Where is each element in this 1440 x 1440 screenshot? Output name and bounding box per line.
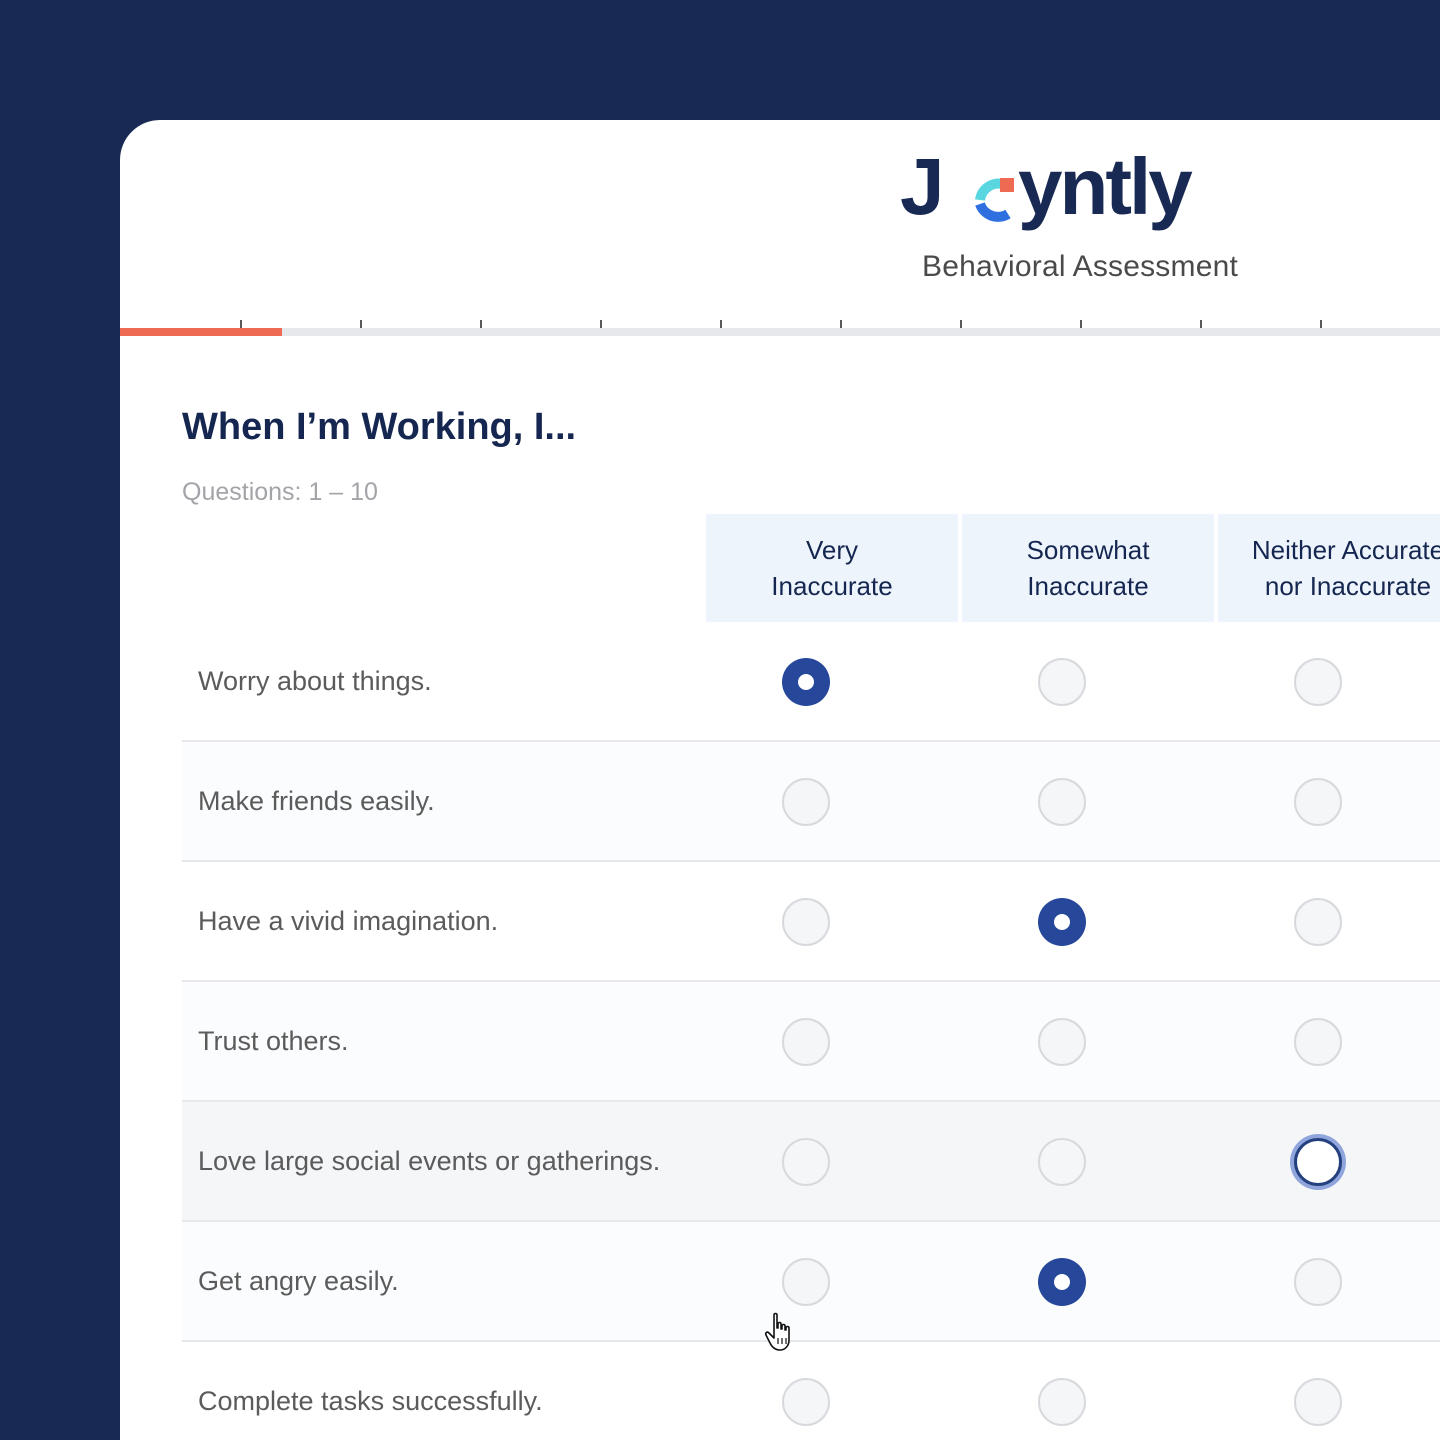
progress-tick xyxy=(720,320,722,328)
progress-tick xyxy=(840,320,842,328)
question-text: Trust others. xyxy=(198,1025,349,1056)
answer-radio[interactable] xyxy=(782,898,830,946)
column-somewhat-inaccurate: Somewhat Inaccurate xyxy=(962,514,1214,622)
answer-radio[interactable] xyxy=(1038,1378,1086,1426)
progress-tick xyxy=(1080,320,1082,328)
page-subtitle: Behavioral Assessment xyxy=(921,250,1239,283)
progress-bar xyxy=(120,320,1440,336)
column-neither: Neither Accurate nor Inaccurate xyxy=(1218,514,1440,622)
answer-radio[interactable] xyxy=(1038,1258,1086,1306)
question-row: Trust others. xyxy=(182,982,1440,1102)
progress-tick xyxy=(1200,320,1202,328)
question-row: Love large social events or gatherings. xyxy=(182,1102,1440,1222)
question-text: Complete tasks successfully. xyxy=(198,1385,543,1416)
answer-radio[interactable] xyxy=(782,1258,830,1306)
question-range: Questions: 1 – 10 xyxy=(182,478,378,506)
question-row: Complete tasks successfully. xyxy=(182,1342,1440,1440)
question-row: Make friends easily. xyxy=(182,742,1440,862)
answer-radio[interactable] xyxy=(1294,1018,1342,1066)
answer-radio[interactable] xyxy=(1294,1258,1342,1306)
question-text: Make friends easily. xyxy=(198,785,435,816)
progress-tick xyxy=(600,320,602,328)
question-text: Get angry easily. xyxy=(198,1265,399,1296)
answer-radio[interactable] xyxy=(782,778,830,826)
answer-radio[interactable] xyxy=(782,1018,830,1066)
question-row: Have a vivid imagination. xyxy=(182,862,1440,982)
logo-o-mark xyxy=(975,178,1014,222)
question-text: Worry about things. xyxy=(198,665,432,696)
column-very-inaccurate: Very Inaccurate xyxy=(706,514,958,622)
answer-radio[interactable] xyxy=(1294,658,1342,706)
answer-radio[interactable] xyxy=(782,658,830,706)
answer-radio[interactable] xyxy=(1038,1018,1086,1066)
answer-radio[interactable] xyxy=(1294,1138,1342,1186)
progress-tick xyxy=(1320,320,1322,328)
answer-radio[interactable] xyxy=(1294,898,1342,946)
answer-radio[interactable] xyxy=(1294,778,1342,826)
question-row: Get angry easily. xyxy=(182,1222,1440,1342)
answer-radio[interactable] xyxy=(1038,1138,1086,1186)
assessment-card: J yntly Behavioral Assessment When I’m W… xyxy=(120,120,1440,1440)
progress-tick xyxy=(240,320,242,328)
question-text: Love large social events or gatherings. xyxy=(198,1145,661,1176)
answer-radio[interactable] xyxy=(1294,1378,1342,1426)
question-text: Have a vivid imagination. xyxy=(198,905,499,936)
progress-fill xyxy=(120,328,283,336)
jointly-logo: J yntly xyxy=(900,148,1260,238)
answer-radio[interactable] xyxy=(1038,658,1086,706)
progress-tick xyxy=(360,320,362,328)
progress-tick xyxy=(960,320,962,328)
progress-tick xyxy=(480,320,482,328)
answer-radio[interactable] xyxy=(1038,898,1086,946)
section-heading: When I’m Working, I... xyxy=(182,406,577,448)
answer-radio[interactable] xyxy=(782,1138,830,1186)
question-row: Worry about things. xyxy=(182,622,1440,742)
answer-radio[interactable] xyxy=(1038,778,1086,826)
logo-letter-j: J xyxy=(900,148,943,231)
hand-pointer-icon xyxy=(764,1312,790,1351)
logo-letters-yntly: yntly xyxy=(1018,148,1193,231)
answer-radio[interactable] xyxy=(782,1378,830,1426)
